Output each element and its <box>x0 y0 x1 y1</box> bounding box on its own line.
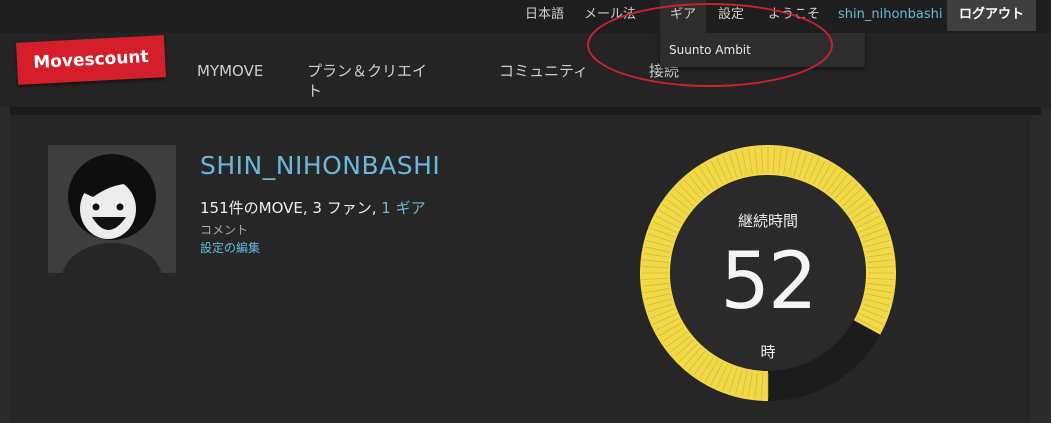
settings-link[interactable]: 設定 <box>718 0 744 33</box>
nav-item-label: プラン＆クリエイ <box>307 62 428 80</box>
moves-count: 151件のMOVE, <box>200 199 308 217</box>
edit-settings-link[interactable]: 設定の編集 <box>200 239 260 256</box>
gauge-value: 52 <box>720 237 817 327</box>
movescount-logo[interactable]: Movescount <box>16 35 166 85</box>
fans-count: 3 ファン, <box>312 199 377 217</box>
avatar-placeholder-icon <box>48 145 176 273</box>
nav-item-label: ト <box>307 82 323 100</box>
comment-label: コメント <box>200 223 249 237</box>
gear-dropdown: Suunto Ambit <box>660 33 865 67</box>
gear-menu[interactable]: ギア <box>660 0 707 33</box>
profile-name: SHIN_NIHONBASHI <box>200 151 441 180</box>
profile-stats: 151件のMOVE, 3 ファン, 1 ギア <box>200 197 426 218</box>
logo-text: Movescount <box>32 46 150 74</box>
logout-button[interactable]: ログアウト <box>947 0 1037 31</box>
gear-count-link[interactable]: 1 ギア <box>381 199 425 217</box>
avatar[interactable] <box>48 145 176 273</box>
language-link[interactable]: 日本語 <box>525 0 564 33</box>
welcome-text: ようこそ <box>768 7 821 22</box>
gear-dropdown-item[interactable]: Suunto Ambit <box>669 43 751 57</box>
content-divider <box>10 107 1041 115</box>
email-method-link[interactable]: メール法 <box>584 0 636 33</box>
gauge-unit: 時 <box>760 343 776 361</box>
nav-item-mymove[interactable]: MYMOVE <box>197 61 263 81</box>
nav-item-plan-create[interactable]: プラン＆クリエイ ト <box>307 61 427 101</box>
gauge-title: 継続時間 <box>737 212 798 230</box>
username-link[interactable]: shin_nihonbashi <box>838 0 943 33</box>
nav-item-community[interactable]: コミュニティ <box>499 61 588 81</box>
